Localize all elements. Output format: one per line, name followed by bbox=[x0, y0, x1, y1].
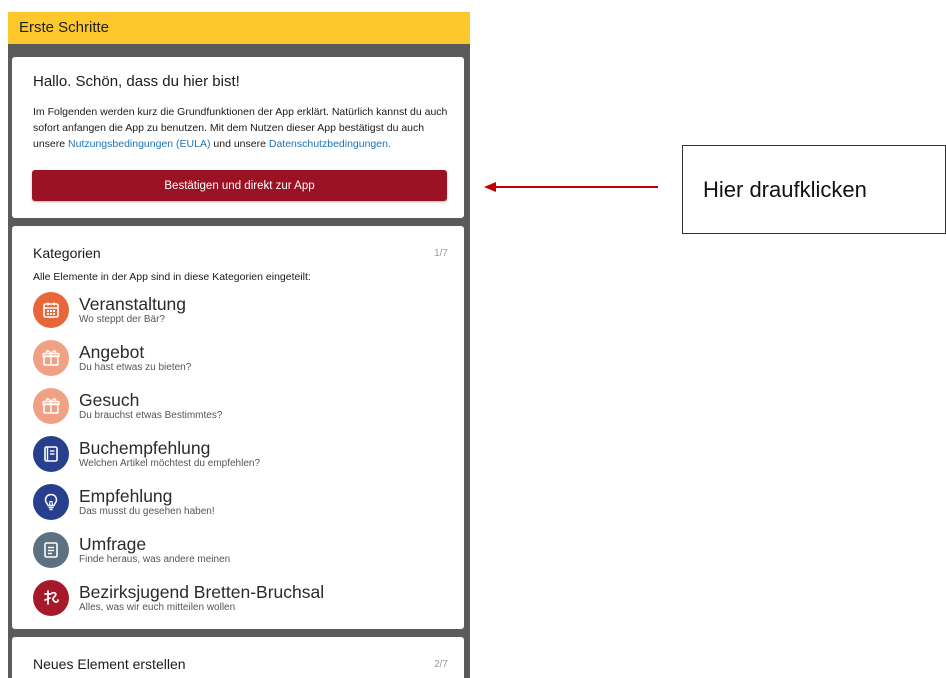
category-item-veranstaltung[interactable]: Veranstaltung Wo steppt der Bär? bbox=[33, 292, 449, 328]
categories-card: Kategorien 1/7 Alle Elemente in der App … bbox=[12, 226, 464, 629]
category-text: Veranstaltung Wo steppt der Bär? bbox=[79, 293, 187, 326]
category-description: Wo steppt der Bär? bbox=[79, 313, 165, 325]
eula-link[interactable]: Nutzungsbedingungen (EULA) bbox=[68, 138, 210, 150]
callout-box: Hier draufklicken bbox=[682, 145, 946, 234]
confirm-button[interactable]: Bestätigen und direkt zur App bbox=[32, 170, 447, 201]
categories-header: Kategorien 1/7 bbox=[33, 245, 449, 261]
lightbulb-icon bbox=[33, 484, 69, 520]
category-description: Alles, was wir euch mitteilen wollen bbox=[79, 601, 236, 613]
create-element-card: Neues Element erstellen 2/7 bbox=[12, 637, 464, 678]
privacy-link[interactable]: Datenschutzbedingungen. bbox=[269, 138, 391, 150]
category-item-umfrage[interactable]: Umfrage Finde heraus, was andere meinen bbox=[33, 532, 449, 568]
category-text: Umfrage Finde heraus, was andere meinen bbox=[79, 533, 231, 566]
category-name: Buchempfehlung bbox=[79, 437, 211, 458]
app-window: Erste Schritte Hallo. Schön, dass du hie… bbox=[8, 12, 470, 678]
category-item-bezirksjugend[interactable]: Bezirksjugend Bretten-Bruchsal Alles, wa… bbox=[33, 580, 449, 616]
category-text: Buchempfehlung Welchen Artikel möchtest … bbox=[79, 437, 261, 470]
book-icon bbox=[33, 436, 69, 472]
category-name: Bezirksjugend Bretten-Bruchsal bbox=[79, 581, 325, 602]
create-element-title: Neues Element erstellen bbox=[33, 656, 186, 672]
gift-icon bbox=[33, 388, 69, 424]
welcome-text-part-2: und unsere bbox=[210, 138, 269, 150]
welcome-card: Hallo. Schön, dass du hier bist! Im Folg… bbox=[12, 57, 464, 218]
category-name: Umfrage bbox=[79, 533, 147, 554]
arrow-head-icon bbox=[484, 182, 496, 192]
category-name: Veranstaltung bbox=[79, 293, 187, 314]
category-list: Veranstaltung Wo steppt der Bär? Angebot… bbox=[33, 292, 449, 616]
header-title: Erste Schritte bbox=[19, 19, 110, 36]
category-description: Finde heraus, was andere meinen bbox=[79, 553, 231, 565]
category-description: Du brauchst etwas Bestimmtes? bbox=[79, 409, 223, 421]
category-name: Angebot bbox=[79, 341, 145, 362]
category-item-empfehlung[interactable]: Empfehlung Das musst du gesehen haben! bbox=[33, 484, 449, 520]
category-text: Gesuch Du brauchst etwas Bestimmtes? bbox=[79, 389, 223, 422]
welcome-text: Im Folgenden werden kurz die Grundfunkti… bbox=[33, 104, 449, 152]
gift-icon bbox=[33, 340, 69, 376]
category-text: Angebot Du hast etwas zu bieten? bbox=[79, 341, 192, 374]
category-description: Das musst du gesehen haben! bbox=[79, 505, 215, 517]
category-text: Bezirksjugend Bretten-Bruchsal Alles, wa… bbox=[79, 581, 325, 614]
callout-text: Hier draufklicken bbox=[703, 176, 867, 202]
step-counter: 2/7 bbox=[434, 658, 448, 670]
logo-icon bbox=[33, 580, 69, 616]
step-counter: 1/7 bbox=[434, 247, 448, 259]
category-description: Welchen Artikel möchtest du empfehlen? bbox=[79, 457, 261, 469]
survey-icon bbox=[33, 532, 69, 568]
category-item-angebot[interactable]: Angebot Du hast etwas zu bieten? bbox=[33, 340, 449, 376]
callout-arrow-line bbox=[488, 186, 658, 188]
categories-subtitle: Alle Elemente in der App sind in diese K… bbox=[33, 271, 311, 283]
app-header: Erste Schritte bbox=[8, 12, 470, 44]
categories-title: Kategorien bbox=[33, 245, 101, 261]
create-element-header: Neues Element erstellen 2/7 bbox=[33, 656, 449, 672]
welcome-title: Hallo. Schön, dass du hier bist! bbox=[33, 73, 240, 90]
category-text: Empfehlung Das musst du gesehen haben! bbox=[79, 485, 215, 518]
category-description: Du hast etwas zu bieten? bbox=[79, 361, 192, 373]
category-name: Gesuch bbox=[79, 389, 140, 410]
category-item-gesuch[interactable]: Gesuch Du brauchst etwas Bestimmtes? bbox=[33, 388, 449, 424]
category-name: Empfehlung bbox=[79, 485, 173, 506]
calendar-icon bbox=[33, 292, 69, 328]
category-item-buchempfehlung[interactable]: Buchempfehlung Welchen Artikel möchtest … bbox=[33, 436, 449, 472]
